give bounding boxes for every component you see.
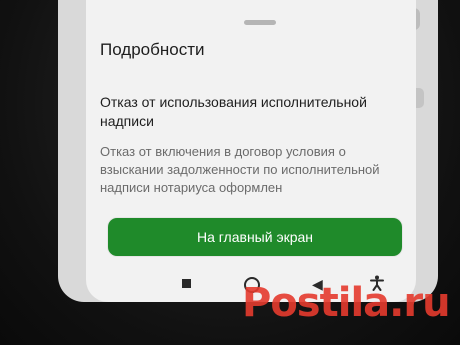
section-heading: Отказ от использования исполнительной на…	[100, 94, 367, 129]
home-screen-button-label: На главный экран	[196, 229, 314, 245]
sheet-drag-handle[interactable]	[244, 20, 276, 25]
home-screen-button[interactable]: На главный экран	[108, 218, 402, 256]
sheet-title: Подробности	[100, 40, 205, 59]
details-bottom-sheet: Подробности Отказ от использования испол…	[86, 0, 416, 302]
watermark-logo: Postila.ru	[242, 280, 451, 326]
recents-icon[interactable]	[182, 279, 191, 288]
section-description: Отказ от включения в договор условия о в…	[100, 144, 380, 195]
